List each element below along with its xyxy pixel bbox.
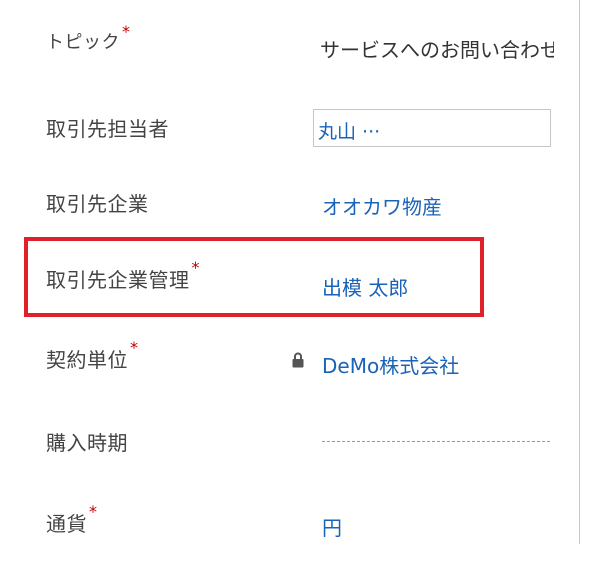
field-contact: 取引先担当者 丸山 ··· bbox=[0, 109, 580, 189]
contract-unit-value[interactable]: DeMo株式会社 bbox=[322, 350, 459, 379]
form-panel: トピック* サービスへのお問い合わせ 取引先担当者 丸山 ··· 取引先企業 オ… bbox=[0, 0, 580, 544]
field-label-contact: 取引先担当者 bbox=[46, 117, 169, 141]
required-marker: * bbox=[130, 338, 139, 357]
field-label-purchase-timeframe: 購入時期 bbox=[46, 431, 128, 455]
lock-icon bbox=[292, 352, 304, 368]
field-contract-unit: 契約単位* DeMo株式会社 bbox=[0, 338, 580, 420]
field-label-account: 取引先企業 bbox=[46, 192, 149, 216]
contact-lookup-input[interactable]: 丸山 ··· bbox=[313, 109, 551, 147]
contact-value[interactable]: 丸山 ··· bbox=[318, 117, 380, 144]
topic-value[interactable]: サービスへのお問い合わせ bbox=[320, 34, 554, 63]
currency-value[interactable]: 円 bbox=[322, 512, 342, 541]
purchase-timeframe-input[interactable] bbox=[322, 441, 550, 442]
account-value[interactable]: オオカワ物産 bbox=[322, 191, 442, 220]
required-marker: * bbox=[122, 22, 131, 41]
field-label-currency: 通貨* bbox=[46, 502, 98, 536]
field-topic: トピック* サービスへのお問い合わせ bbox=[0, 22, 580, 104]
field-purchase-timeframe: 購入時期 bbox=[0, 427, 580, 503]
highlight-box bbox=[24, 237, 484, 317]
field-currency: 通貨* 円 bbox=[0, 502, 580, 584]
required-marker: * bbox=[89, 502, 98, 521]
field-label-contract-unit: 契約単位* bbox=[46, 338, 139, 372]
field-label-topic: トピック* bbox=[46, 22, 131, 53]
